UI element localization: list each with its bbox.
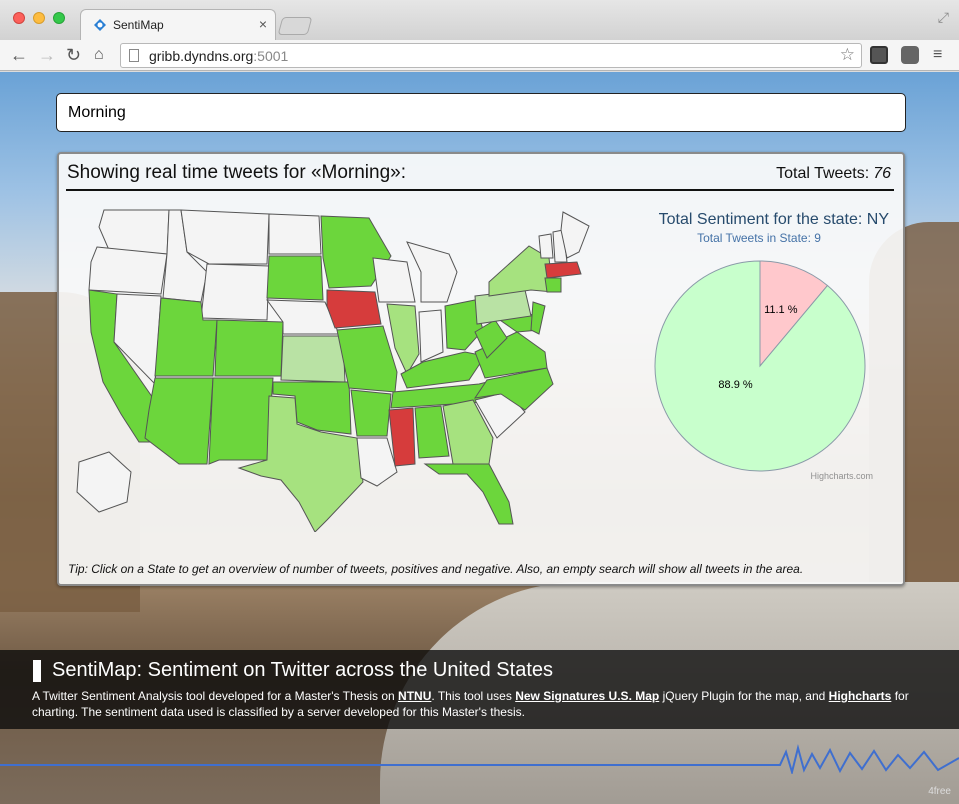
pie-label-0: 11.1 % [764, 304, 798, 316]
state-me[interactable] [560, 211, 590, 259]
us-map [76, 209, 590, 532]
banner-accent-bar [33, 660, 41, 682]
state-sd[interactable] [266, 255, 324, 301]
address-bar[interactable]: gribb.dyndns.org:5001 ☆ [120, 43, 862, 68]
extension-icon[interactable] [870, 46, 888, 64]
home-icon[interactable]: ⌂ [94, 44, 104, 66]
browser-tab[interactable]: SentiMap × [80, 9, 276, 40]
total-tweets: Total Tweets: 76 [776, 165, 891, 183]
panel-title: Showing real time tweets for «Morning»: [67, 162, 406, 183]
banner-title: SentiMap: Sentiment on Twitter across th… [52, 659, 553, 681]
reload-icon[interactable]: ↻ [66, 44, 81, 66]
tab-close-icon[interactable]: × [259, 16, 267, 32]
pie-label-1: 88.9 % [718, 379, 752, 391]
bookmark-star-icon[interactable]: ☆ [840, 45, 855, 65]
search-input[interactable] [56, 93, 906, 132]
forward-icon[interactable]: → [38, 44, 56, 66]
state-ak[interactable] [76, 451, 132, 513]
state-ma[interactable] [544, 261, 582, 279]
state-la[interactable] [356, 437, 398, 487]
state-ct[interactable] [544, 277, 562, 293]
title-divider [66, 189, 894, 191]
state-az[interactable] [144, 377, 214, 465]
audio-wave-decoration [0, 744, 959, 774]
state-vt[interactable] [538, 233, 554, 259]
page-background: Showing real time tweets for «Morning»: … [0, 72, 959, 804]
ntnu-link[interactable]: NTNU [398, 689, 431, 703]
new-tab-button[interactable] [277, 17, 313, 35]
banner-text-2: . This tool uses [431, 689, 516, 703]
highcharts-credit[interactable]: Highcharts.com [810, 471, 873, 481]
banner-text-1: A Twitter Sentiment Analysis tool develo… [32, 689, 399, 703]
pie-slice-1[interactable] [654, 260, 866, 472]
watermark: 4free [928, 786, 951, 797]
pie-svg: 11.1 % 88.9 % [654, 260, 866, 472]
tab-title: SentiMap [113, 18, 164, 32]
sentiment-pie-chart: Total Sentiment for the state: NY Total … [619, 208, 899, 498]
results-panel: Showing real time tweets for «Morning»: … [57, 152, 905, 586]
state-ks[interactable] [280, 335, 346, 383]
state-mt[interactable] [180, 209, 270, 265]
state-fl[interactable] [423, 463, 514, 525]
total-tweets-value: 76 [873, 165, 891, 182]
state-in[interactable] [418, 309, 444, 363]
banner-text-3: jQuery Plugin for the map, and [659, 689, 829, 703]
state-nm[interactable] [208, 377, 274, 465]
state-wi[interactable] [372, 257, 416, 303]
banner-description: A Twitter Sentiment Analysis tool develo… [32, 688, 952, 720]
state-nd[interactable] [268, 213, 322, 255]
info-banner: SentiMap: Sentiment on Twitter across th… [0, 650, 959, 729]
state-wy[interactable] [200, 263, 270, 321]
menu-icon[interactable]: ≡ [933, 44, 942, 66]
state-or[interactable] [88, 246, 168, 295]
sentimap-favicon-icon [94, 19, 106, 31]
back-icon[interactable]: ← [10, 44, 28, 66]
page-icon [129, 49, 139, 62]
url-text: gribb.dyndns.org:5001 [149, 48, 289, 64]
us-map-plugin-link[interactable]: New Signatures U.S. Map [515, 689, 659, 703]
state-mi[interactable] [406, 241, 458, 303]
browser-titlebar: SentiMap × ⤢ [0, 0, 959, 40]
state-ia[interactable] [326, 289, 382, 329]
state-co[interactable] [214, 319, 284, 377]
total-tweets-label: Total Tweets: [776, 165, 870, 182]
window-minimize-button[interactable] [33, 12, 45, 24]
state-ar[interactable] [350, 389, 392, 437]
pocket-icon[interactable] [901, 46, 919, 64]
state-wa[interactable] [98, 209, 170, 255]
highcharts-link[interactable]: Highcharts [829, 689, 892, 703]
state-nj[interactable] [530, 301, 546, 335]
window-maximize-button[interactable] [53, 12, 65, 24]
fullscreen-icon[interactable]: ⤢ [938, 9, 949, 26]
browser-toolbar: ← → ↻ ⌂ gribb.dyndns.org:5001 ☆ ≡ [0, 40, 959, 71]
window-close-button[interactable] [13, 12, 25, 24]
tip-text: Tip: Click on a State to get an overview… [68, 562, 804, 576]
